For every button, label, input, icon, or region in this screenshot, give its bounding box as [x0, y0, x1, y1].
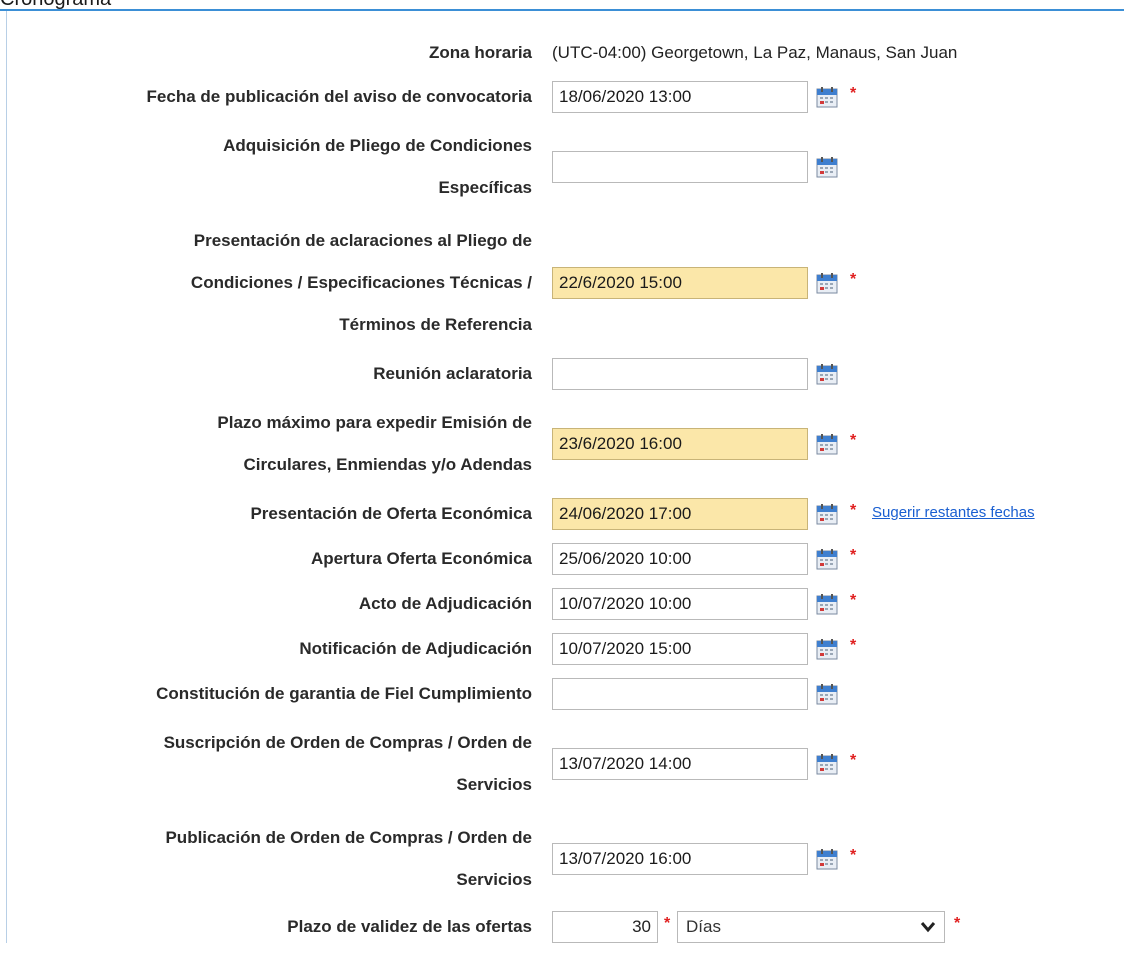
schedule-row-label: Acto de Adjudicación — [0, 587, 532, 621]
validity-row: Plazo de validez de las ofertas 30 * Días * — [0, 910, 1124, 944]
schedule-row: Suscripción de Orden de Compras / Orden … — [0, 722, 1124, 806]
date-input[interactable]: 18/06/2020 13:00 — [552, 81, 808, 113]
date-input[interactable]: 13/07/2020 14:00 — [552, 748, 808, 780]
schedule-row: Presentación de aclaraciones al Pliego d… — [0, 220, 1124, 346]
required-marker: * — [850, 752, 857, 769]
date-input[interactable]: 22/6/2020 15:00 — [552, 267, 808, 299]
timezone-value: (UTC-04:00) Georgetown, La Paz, Manaus, … — [552, 43, 958, 62]
schedule-row-label: Fecha de publicación del aviso de convoc… — [0, 80, 532, 114]
schedule-row-label: Constitución de garantia de Fiel Cumplim… — [0, 677, 532, 711]
schedule-row-label: Reunión aclaratoria — [0, 357, 532, 391]
validity-days-input[interactable]: 30 — [552, 911, 658, 943]
schedule-row: Fecha de publicación del aviso de convoc… — [0, 80, 1124, 114]
label-line: Apertura Oferta Económica — [310, 549, 532, 568]
schedule-row: Acto de Adjudicación 10/07/2020 10:00 * — [0, 587, 1124, 621]
label-line: Suscripción de Orden de Compras / Orden … — [163, 733, 532, 752]
calendar-icon[interactable] — [816, 503, 838, 525]
label-line: Circulares, Enmiendas y/o Adendas — [243, 455, 532, 474]
label-line: Constitución de garantia de Fiel Cumplim… — [156, 684, 532, 703]
section-divider — [0, 9, 1124, 11]
date-input[interactable]: 10/07/2020 10:00 — [552, 588, 808, 620]
required-marker: * — [850, 502, 857, 519]
schedule-row-label: Presentación de Oferta Económica — [0, 497, 532, 531]
schedule-row: Apertura Oferta Económica 25/06/2020 10:0… — [0, 542, 1124, 576]
schedule-row-label: Publicación de Orden de Compras / Orden … — [0, 817, 532, 901]
label-line: Servicios — [456, 775, 532, 794]
label-line: Servicios — [456, 870, 532, 889]
calendar-icon[interactable] — [816, 156, 838, 178]
suggest-dates-link[interactable]: Sugerir restantes fechas — [872, 504, 1035, 521]
required-marker: * — [850, 271, 857, 288]
required-marker: * — [850, 85, 857, 102]
schedule-row-label: Presentación de aclaraciones al Pliego d… — [0, 220, 532, 346]
calendar-icon[interactable] — [816, 683, 838, 705]
label-line: Adquisición de Pliego de Condiciones — [223, 136, 532, 155]
date-input[interactable]: 10/07/2020 15:00 — [552, 633, 808, 665]
required-marker: * — [850, 432, 857, 449]
calendar-icon[interactable] — [816, 86, 838, 108]
date-input[interactable] — [552, 678, 808, 710]
calendar-icon[interactable] — [816, 272, 838, 294]
date-input[interactable]: 24/06/2020 17:00 — [552, 498, 808, 530]
required-marker: * — [850, 547, 857, 564]
required-marker: * — [664, 915, 671, 932]
label-line: Acto de Adjudicación — [358, 594, 532, 613]
date-input[interactable] — [552, 151, 808, 183]
schedule-row: Presentación de Oferta Económica 24/06/20… — [0, 497, 1124, 531]
validity-unit-value: Días — [686, 917, 721, 936]
label-line: Términos de Referencia — [339, 315, 532, 334]
calendar-icon[interactable] — [816, 433, 838, 455]
label-line: Fecha de publicación del aviso de convoc… — [146, 87, 532, 106]
schedule-row: Plazo máximo para expedir Emisión de Circ… — [0, 402, 1124, 486]
label-line: Publicación de Orden de Compras / Orden … — [165, 828, 532, 847]
date-input[interactable]: 13/07/2020 16:00 — [552, 843, 808, 875]
schedule-row: Constitución de garantia de Fiel Cumplim… — [0, 677, 1124, 711]
required-marker: * — [954, 915, 961, 932]
schedule-row-label: Notificación de Adjudicación — [0, 632, 532, 666]
timezone-row: Zona horaria (UTC-04:00) Georgetown, La P… — [0, 36, 1124, 70]
schedule-row-label: Suscripción de Orden de Compras / Orden … — [0, 722, 532, 806]
schedule-row: Adquisición de Pliego de Condiciones Espe… — [0, 125, 1124, 209]
date-input[interactable]: 23/6/2020 16:00 — [552, 428, 808, 460]
calendar-icon[interactable] — [816, 638, 838, 660]
required-marker: * — [850, 847, 857, 864]
chevron-down-icon[interactable] — [920, 912, 936, 953]
required-marker: * — [850, 592, 857, 609]
label-line: Plazo máximo para expedir Emisión de — [217, 413, 532, 432]
label-line: Reunión aclaratoria — [373, 364, 532, 383]
calendar-icon[interactable] — [816, 593, 838, 615]
schedule-row-label: Plazo máximo para expedir Emisión de Circ… — [0, 402, 532, 486]
calendar-icon[interactable] — [816, 363, 838, 385]
timezone-label: Zona horaria — [429, 43, 532, 62]
schedule-row: Notificación de Adjudicación 10/07/2020 1… — [0, 632, 1124, 666]
validity-unit-select[interactable]: Días — [677, 911, 945, 943]
schedule-row-label: Adquisición de Pliego de Condiciones Espe… — [0, 125, 532, 209]
label-line: Específicas — [438, 178, 532, 197]
calendar-icon[interactable] — [816, 548, 838, 570]
schedule-row-label: Apertura Oferta Económica — [0, 542, 532, 576]
calendar-icon[interactable] — [816, 848, 838, 870]
date-input[interactable]: 25/06/2020 10:00 — [552, 543, 808, 575]
label-line: Condiciones / Especificaciones Técnicas … — [190, 273, 532, 292]
schedule-row: Reunión aclaratoria — [0, 357, 1124, 391]
date-input[interactable] — [552, 358, 808, 390]
label-line: Presentación de aclaraciones al Pliego d… — [193, 231, 532, 250]
calendar-icon[interactable] — [816, 753, 838, 775]
schedule-row: Publicación de Orden de Compras / Orden … — [0, 817, 1124, 901]
label-line: Notificación de Adjudicación — [299, 639, 532, 658]
required-marker: * — [850, 637, 857, 654]
validity-label: Plazo de validez de las ofertas — [287, 917, 532, 936]
label-line: Presentación de Oferta Económica — [250, 504, 532, 523]
